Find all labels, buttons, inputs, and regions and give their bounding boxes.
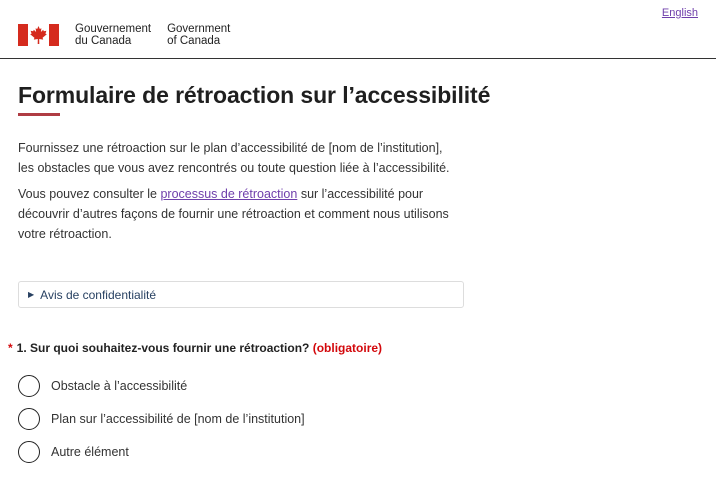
- feedback-process-link[interactable]: processus de rétroaction: [160, 187, 297, 201]
- question-1-options: Obstacle à l’accessibilité Plan sur l’ac…: [18, 369, 305, 468]
- disclosure-triangle-icon: ▶: [28, 290, 35, 299]
- signature-english: Government of Canada: [167, 23, 231, 47]
- option-label: Obstacle à l’accessibilité: [51, 378, 188, 393]
- option-accessibility-barrier[interactable]: Obstacle à l’accessibilité: [18, 369, 305, 402]
- radio-button[interactable]: [18, 440, 40, 463]
- privacy-notice-summary: Avis de confidentialité: [40, 287, 157, 302]
- canada-flag-icon: [18, 24, 59, 46]
- required-label: (obligatoire): [312, 341, 383, 355]
- option-label: Plan sur l’accessibilité de [nom de l’in…: [51, 411, 305, 426]
- option-other[interactable]: Autre élément: [18, 435, 305, 468]
- signature-french: Gouvernement du Canada: [75, 23, 152, 47]
- site-header: Gouvernement du Canada Government of Can…: [0, 0, 716, 59]
- radio-button[interactable]: [18, 407, 40, 430]
- option-label: Autre élément: [51, 444, 129, 459]
- question-1-text: 1. Sur quoi souhaitez-vous fournir une r…: [16, 341, 313, 355]
- intro-paragraph-2: Vous pouvez consulter le processus de ré…: [18, 184, 458, 244]
- title-underline: [18, 113, 60, 116]
- government-signature[interactable]: Gouvernement du Canada Government of Can…: [18, 23, 230, 47]
- question-1-label: * 1. Sur quoi souhaitez-vous fournir une …: [8, 341, 382, 355]
- intro-text: Fournissez une rétroaction sur le plan d…: [18, 138, 458, 250]
- required-asterisk: *: [8, 341, 13, 355]
- intro-text-before-link: Vous pouvez consulter le: [18, 187, 161, 201]
- page: English Gouvernement du Canada Governmen…: [0, 0, 716, 477]
- privacy-notice-details[interactable]: ▶ Avis de confidentialité: [18, 281, 464, 308]
- page-title: Formulaire de rétroaction sur l’accessib…: [18, 82, 491, 108]
- option-accessibility-plan[interactable]: Plan sur l’accessibilité de [nom de l’in…: [18, 402, 305, 435]
- radio-button[interactable]: [18, 374, 40, 397]
- intro-paragraph-1: Fournissez une rétroaction sur le plan d…: [18, 141, 450, 175]
